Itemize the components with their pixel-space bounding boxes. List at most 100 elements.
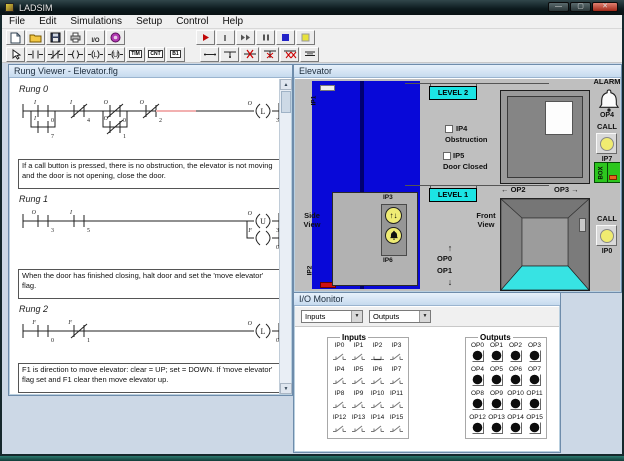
menu-edit[interactable]: Edit xyxy=(32,15,63,29)
stop-button[interactable] xyxy=(276,30,295,45)
rung-label: Rung 0 xyxy=(19,84,279,94)
input-ip3[interactable]: IP3 xyxy=(387,342,406,366)
input-ip7[interactable]: IP7 xyxy=(387,366,406,390)
coil-button[interactable] xyxy=(66,47,85,62)
contact-nc-button[interactable] xyxy=(46,47,65,62)
scroll-thumb[interactable] xyxy=(281,91,291,113)
rung-diagram[interactable]: O3I5UO3F0 xyxy=(15,205,279,253)
title-bar[interactable]: LADSIM — ▢ ✕ xyxy=(0,0,624,15)
new-file-button[interactable] xyxy=(6,30,25,45)
scroll-down-button[interactable]: ▼ xyxy=(280,383,292,394)
pause-button[interactable] xyxy=(256,30,275,45)
timer-block-button[interactable]: TIM xyxy=(126,47,145,62)
door-closed-checkbox[interactable] xyxy=(443,152,451,160)
switch-icon xyxy=(330,373,349,391)
open-file-button[interactable] xyxy=(26,30,45,45)
input-ip6[interactable]: IP6 xyxy=(368,366,387,390)
maximize-button[interactable]: ▢ xyxy=(570,2,591,12)
play-icon xyxy=(201,33,210,42)
add-horizontal-wire-button[interactable] xyxy=(200,47,219,62)
menu-bar: FileEditSimulationsSetupControlHelp xyxy=(2,15,622,29)
svg-text:7: 7 xyxy=(51,134,54,140)
input-ip9[interactable]: IP9 xyxy=(349,390,368,414)
latch-coil-button[interactable]: L xyxy=(86,47,105,62)
compare-block-button[interactable]: B1 xyxy=(166,47,185,62)
car-updown-button[interactable]: ↑↓ xyxy=(385,207,402,224)
switch-icon xyxy=(349,397,368,415)
output-op1: OP1 xyxy=(487,342,506,366)
car-alarm-button[interactable] xyxy=(385,227,402,244)
client-area: Rung Viewer - Elevator.flg Rung 0I0I7I4O… xyxy=(2,63,622,454)
delv-icon xyxy=(263,49,277,59)
menu-help[interactable]: Help xyxy=(215,15,250,29)
menu-file[interactable]: File xyxy=(2,15,32,29)
io-config-button[interactable]: I/O xyxy=(86,30,105,45)
menu-control[interactable]: Control xyxy=(169,15,215,29)
contact-no-button[interactable] xyxy=(26,47,45,62)
io-id-label: IP1 xyxy=(349,342,368,349)
rung-viewer-scrollbar[interactable]: ▲ ▼ xyxy=(279,79,291,394)
chevron-down-icon[interactable]: ▼ xyxy=(419,311,430,322)
input-ip15[interactable]: IP15 xyxy=(387,414,406,438)
save-icon xyxy=(50,32,61,43)
input-ip8[interactable]: IP8 xyxy=(330,390,349,414)
unlatch-coil-button[interactable]: U xyxy=(106,47,125,62)
add-vertical-wire-button[interactable] xyxy=(220,47,239,62)
input-ip14[interactable]: IP14 xyxy=(368,414,387,438)
step-button[interactable] xyxy=(216,30,235,45)
rung-viewer-panel: Rung Viewer - Elevator.flg Rung 0I0I7I4O… xyxy=(8,64,293,396)
outputs-dropdown-value: Outputs xyxy=(373,312,399,321)
input-ip0[interactable]: IP0 xyxy=(330,342,349,366)
delete-element-button[interactable] xyxy=(280,47,299,62)
front-view-label: Front View xyxy=(471,212,501,229)
box-led xyxy=(609,175,617,180)
stop-icon xyxy=(281,33,290,42)
select-tool-button[interactable] xyxy=(6,47,25,62)
scroll-up-button[interactable]: ▲ xyxy=(280,79,292,90)
chevron-down-icon[interactable]: ▼ xyxy=(351,311,362,322)
delete-horizontal-wire-button[interactable] xyxy=(240,47,259,62)
io-id-label: OP15 xyxy=(525,414,544,421)
print-button[interactable] xyxy=(66,30,85,45)
rung-viewer-content: Rung 0I0I7I4O0O1O2LO3If a call button is… xyxy=(10,79,279,394)
rung-diagram[interactable]: I0I7I4O0O1O2LO3 xyxy=(15,95,279,145)
input-ip10[interactable]: IP10 xyxy=(368,390,387,414)
op1-label: OP1 xyxy=(437,267,452,276)
input-ip11[interactable]: IP11 xyxy=(387,390,406,414)
minimize-button[interactable]: — xyxy=(548,2,569,12)
close-button[interactable]: ✕ xyxy=(592,2,618,12)
obstruction-checkbox[interactable] xyxy=(445,125,453,133)
delete-rung-button[interactable] xyxy=(300,47,319,62)
input-ip12[interactable]: IP12 xyxy=(330,414,349,438)
input-ip5[interactable]: IP5 xyxy=(349,366,368,390)
menu-setup[interactable]: Setup xyxy=(129,15,169,29)
input-ip2[interactable]: IP2 xyxy=(368,342,387,366)
output-op15: OP15 xyxy=(525,414,544,438)
io-id-label: IP6 xyxy=(368,366,387,373)
svg-text:L: L xyxy=(261,107,266,116)
led-icon xyxy=(506,421,525,440)
call-top-button[interactable] xyxy=(596,133,617,154)
fast-run-button[interactable] xyxy=(236,30,255,45)
input-ip4[interactable]: IP4 xyxy=(330,366,349,390)
menu-simulations[interactable]: Simulations xyxy=(63,15,129,29)
counter-block-button[interactable]: CNT xyxy=(146,47,165,62)
halt-button[interactable] xyxy=(296,30,315,45)
input-ip13[interactable]: IP13 xyxy=(349,414,368,438)
save-file-button[interactable] xyxy=(46,30,65,45)
switch-icon xyxy=(330,397,349,415)
level2-indicator: LEVEL 2 xyxy=(429,86,477,100)
download-button[interactable] xyxy=(106,30,125,45)
door-close-label: OP3 → xyxy=(554,186,579,195)
inputs-dropdown[interactable]: Inputs ▼ xyxy=(301,310,363,323)
input-ip1[interactable]: IP1 xyxy=(349,342,368,366)
switch-icon xyxy=(330,421,349,439)
svg-text:O: O xyxy=(248,101,253,107)
outputs-dropdown[interactable]: Outputs ▼ xyxy=(369,310,431,323)
call-bottom-button[interactable] xyxy=(596,225,617,246)
run-button[interactable] xyxy=(196,30,215,45)
car-buttons-label: IP3 xyxy=(383,194,393,201)
rung-diagram[interactable]: F0F1LO0 xyxy=(15,315,279,347)
window-title: LADSIM xyxy=(19,3,53,13)
delete-vertical-wire-button[interactable] xyxy=(260,47,279,62)
